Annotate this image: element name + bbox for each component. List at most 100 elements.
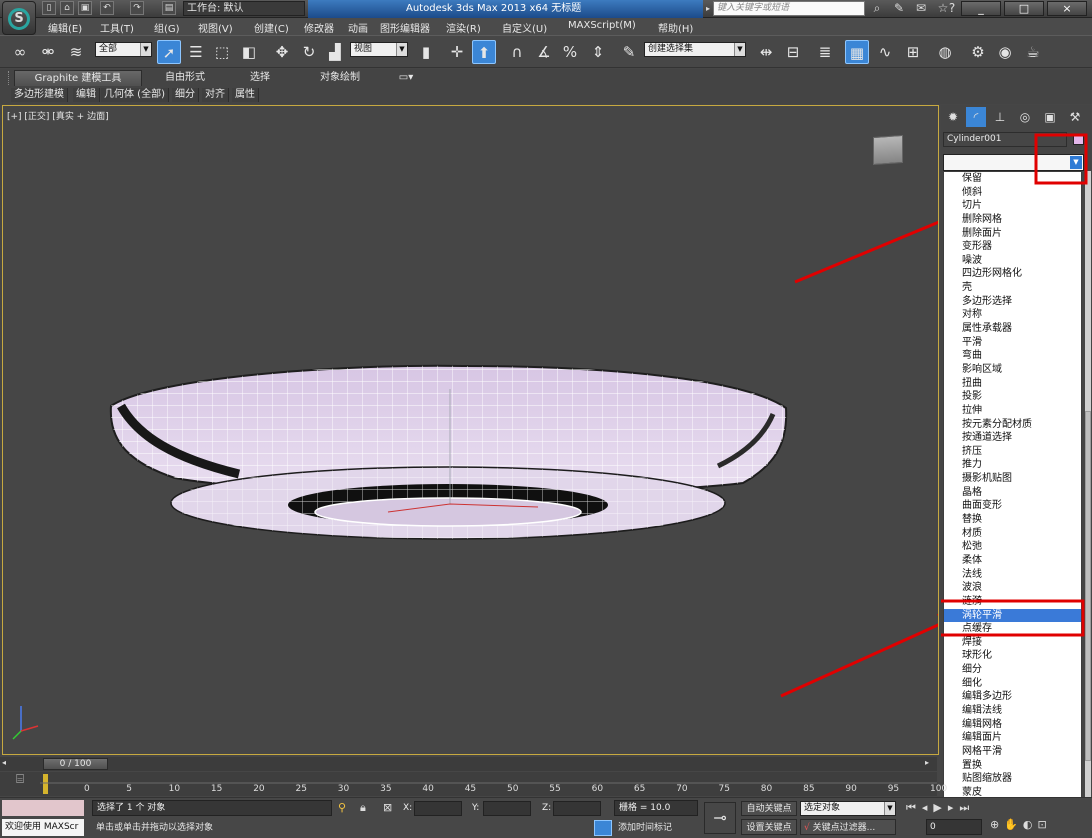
- playback-controls[interactable]: ⏮◂▶▸⏭: [906, 801, 1091, 817]
- subtab-geometry-all[interactable]: 几何体 (全部): [101, 88, 169, 102]
- time-next-icon[interactable]: ▸: [925, 758, 935, 770]
- menu-maxscript[interactable]: MAXScript(M): [568, 20, 636, 31]
- modifier-list-item[interactable]: 网格平滑: [944, 745, 1081, 759]
- search-input[interactable]: 键入关键字或短语: [713, 1, 865, 16]
- schematic-view-icon[interactable]: ⊞: [901, 40, 925, 64]
- workspace-dropdown[interactable]: 工作台: 默认: [183, 1, 305, 16]
- modifier-list-item[interactable]: 贴图缩放器: [944, 772, 1081, 786]
- menu-graph-editors[interactable]: 图形编辑器: [380, 20, 430, 35]
- snap-icon[interactable]: ∩: [505, 40, 529, 64]
- subtab-subdivision[interactable]: 细分: [172, 88, 199, 102]
- named-selection-dropdown[interactable]: 创建选择集 ▼: [644, 42, 746, 57]
- binoculars-icon[interactable]: ⌕: [866, 0, 888, 17]
- maxscript-listener-mini[interactable]: [2, 800, 84, 816]
- menu-tools[interactable]: 工具(T): [100, 20, 134, 35]
- graphite-toggle-icon[interactable]: ▦: [845, 40, 869, 64]
- tab-graphite[interactable]: Graphite 建模工具: [14, 70, 142, 86]
- y-coordinate-field[interactable]: [483, 801, 531, 816]
- menu-views[interactable]: 视图(V): [198, 20, 233, 35]
- welcome-text[interactable]: 欢迎使用 MAXScr: [2, 819, 84, 836]
- select-manipulate-icon[interactable]: ✛: [445, 40, 469, 64]
- teapot-icon[interactable]: ☕: [1021, 40, 1045, 64]
- lock-selection-icon[interactable]: 🔒︎: [360, 801, 366, 815]
- open-file-icon[interactable]: ⌂: [60, 1, 74, 15]
- ribbon-grip[interactable]: [8, 71, 11, 85]
- menu-modifiers[interactable]: 修改器: [304, 20, 334, 35]
- set-key-button[interactable]: 设置关键点: [741, 819, 797, 835]
- align-icon[interactable]: ⊟: [781, 40, 805, 64]
- pivot-center-icon[interactable]: ▮: [414, 40, 438, 64]
- cylinder-mesh[interactable]: [109, 364, 788, 540]
- layer-manager-icon[interactable]: ≣: [813, 40, 837, 64]
- key-mode-dropdown[interactable]: 选定对象 ▼: [800, 801, 896, 816]
- selection-filter-dropdown[interactable]: 全部 ▼: [95, 42, 152, 57]
- subtab-properties[interactable]: 属性: [232, 88, 259, 102]
- rectangular-selection-icon[interactable]: ⬚: [210, 40, 234, 64]
- ribbon-options-icon[interactable]: ▭▾: [394, 70, 418, 86]
- menu-edit[interactable]: 编辑(E): [48, 20, 82, 35]
- reference-coord-dropdown[interactable]: 视图 ▼: [350, 42, 408, 57]
- absolute-mode-icon[interactable]: ⊠: [383, 801, 392, 814]
- menu-group[interactable]: 组(G): [154, 20, 180, 35]
- app-logo-icon[interactable]: S: [2, 1, 36, 35]
- select-by-name-icon[interactable]: ☰: [184, 40, 208, 64]
- auto-key-button[interactable]: 自动关键点: [741, 801, 797, 816]
- viewport-nav-controls[interactable]: ⊕✋◐⊡: [990, 818, 1090, 835]
- subtab-align[interactable]: 对齐: [202, 88, 229, 102]
- new-file-icon[interactable]: ▯: [42, 1, 56, 15]
- current-frame-field[interactable]: 0: [926, 819, 982, 835]
- modifier-list-item[interactable]: 细化: [944, 677, 1081, 691]
- menu-create[interactable]: 创建(C): [254, 20, 289, 35]
- keyboard-shortcut-override-icon[interactable]: ⬆: [472, 40, 496, 64]
- undo-icon[interactable]: ↶: [100, 1, 114, 15]
- track-bar[interactable]: 0 5 10 15 20 25 30 35 40 45 50 55 60 65 70 75 80 85 90 95 10…: [40, 772, 947, 796]
- set-key-icon[interactable]: ⊸: [704, 802, 736, 834]
- help-icon[interactable]: ?: [946, 0, 958, 17]
- rotate-icon[interactable]: ↻: [297, 40, 321, 64]
- select-object-icon[interactable]: ➚: [157, 40, 181, 64]
- modifier-list-item[interactable]: 编辑面片: [944, 731, 1081, 745]
- subscription-icon[interactable]: ✎: [888, 0, 910, 17]
- move-icon[interactable]: ✥: [270, 40, 294, 64]
- tab-object-paint[interactable]: 对象绘制: [300, 70, 380, 86]
- time-slider[interactable]: 0 / 100: [43, 758, 108, 770]
- bind-space-warp-icon[interactable]: ≋: [64, 40, 88, 64]
- minimize-icon[interactable]: _: [961, 1, 1001, 16]
- project-folder-icon[interactable]: ▤: [162, 1, 176, 15]
- percent-snap-icon[interactable]: %: [558, 40, 582, 64]
- spinner-snap-icon[interactable]: ⇕: [586, 40, 610, 64]
- render-setup-icon[interactable]: ⚙: [966, 40, 990, 64]
- viewport-perspective[interactable]: [+] [正交] [真实 + 边面]: [2, 105, 939, 755]
- tab-freeform[interactable]: 自由形式: [150, 70, 220, 86]
- unlink-icon[interactable]: ⚮: [36, 40, 60, 64]
- window-crossing-icon[interactable]: ◧: [237, 40, 261, 64]
- angle-snap-icon[interactable]: ∡: [532, 40, 556, 64]
- mirror-icon[interactable]: ⇹: [754, 40, 778, 64]
- menu-rendering[interactable]: 渲染(R): [446, 20, 481, 35]
- save-file-icon[interactable]: ▣: [78, 1, 92, 15]
- subtab-polygon-modeling[interactable]: 多边形建模: [11, 88, 68, 102]
- scale-icon[interactable]: ▟: [323, 40, 347, 64]
- close-icon[interactable]: ×: [1047, 1, 1087, 16]
- time-prev-icon[interactable]: ◂: [2, 758, 12, 770]
- material-editor-icon[interactable]: ◍: [933, 40, 957, 64]
- render-icon[interactable]: ◉: [993, 40, 1017, 64]
- modifier-list-item[interactable]: 编辑法线: [944, 704, 1081, 718]
- search-expand-icon[interactable]: ▸: [703, 0, 713, 17]
- modifier-list-item[interactable]: 置换: [944, 759, 1081, 773]
- subtab-edit[interactable]: 编辑: [73, 88, 100, 102]
- menu-customize[interactable]: 自定义(U): [502, 20, 547, 35]
- time-tag-icon[interactable]: [594, 820, 612, 836]
- redo-icon[interactable]: ↷: [130, 1, 144, 15]
- communication-icon[interactable]: ✉: [910, 0, 932, 17]
- mini-curve-editor-icon[interactable]: ⌸: [0, 772, 40, 796]
- key-filters-button[interactable]: √ 关键点过滤器...: [800, 819, 896, 835]
- menu-help[interactable]: 帮助(H): [658, 20, 693, 35]
- maximize-icon[interactable]: □: [1004, 1, 1044, 16]
- x-coordinate-field[interactable]: [414, 801, 462, 816]
- menu-animation[interactable]: 动画: [348, 20, 368, 35]
- modifier-list-item[interactable]: 编辑多边形: [944, 690, 1081, 704]
- edit-named-selection-icon[interactable]: ✎: [617, 40, 641, 64]
- curve-editor-icon[interactable]: ∿: [873, 40, 897, 64]
- tab-selection[interactable]: 选择: [235, 70, 285, 86]
